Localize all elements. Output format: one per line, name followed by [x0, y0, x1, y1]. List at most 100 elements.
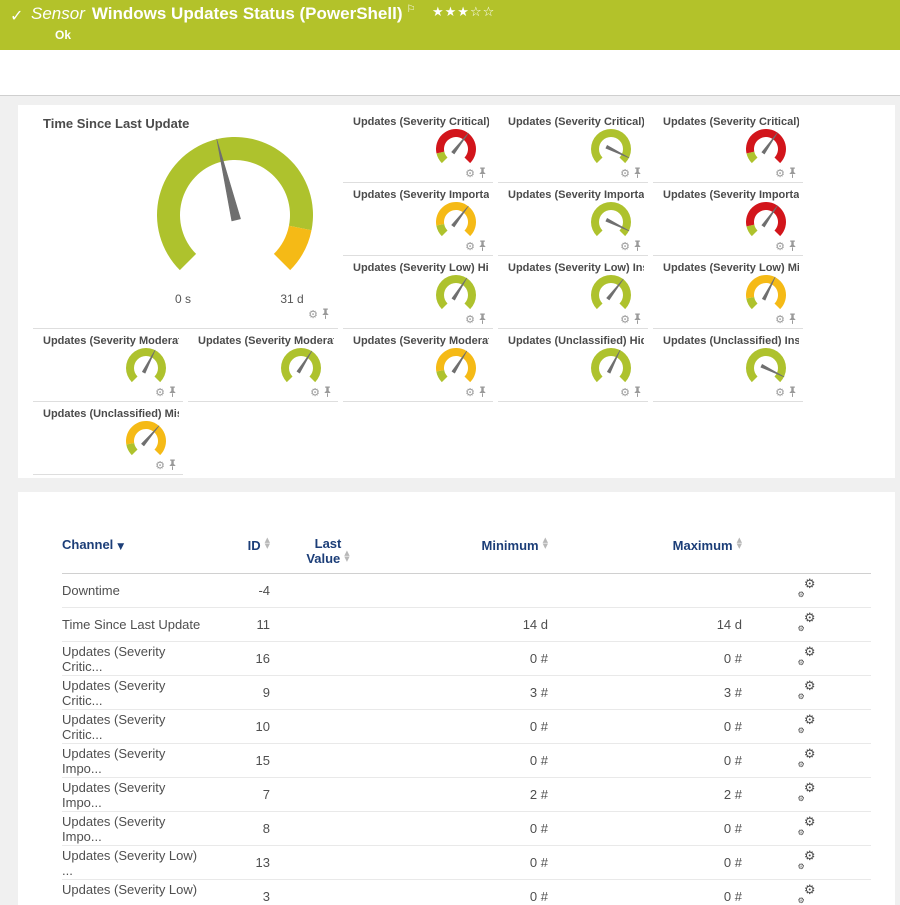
cell-channel[interactable]: Updates (Severity Low) ... — [62, 848, 208, 878]
table-row[interactable]: Updates (Severity Impo...80 #0 #⚙⚙ — [62, 812, 871, 846]
cell-channel[interactable]: Updates (Severity Impo... — [62, 746, 208, 776]
tile-actions[interactable]: ⚙ — [620, 386, 642, 398]
gauge-chart — [582, 125, 640, 173]
pin-icon[interactable] — [478, 386, 487, 398]
table-row[interactable]: Updates (Severity Critic...160 #0 #⚙⚙ — [62, 642, 871, 676]
gear-icon[interactable]: ⚙ — [620, 387, 630, 398]
pin-icon[interactable] — [478, 240, 487, 252]
table-row[interactable]: Updates (Severity Impo...72 #2 #⚙⚙ — [62, 778, 871, 812]
tile-actions[interactable]: ⚙ — [465, 167, 487, 179]
table-row[interactable]: Updates (Severity Critic...93 #3 #⚙⚙ — [62, 676, 871, 710]
gear-icon[interactable]: ⚙ — [155, 387, 165, 398]
channel-settings-gears-icon[interactable]: ⚙⚙ — [797, 750, 817, 768]
cell-id: 15 — [208, 753, 270, 768]
pin-icon[interactable] — [478, 313, 487, 325]
tile-actions[interactable]: ⚙ — [620, 240, 642, 252]
gauge-chart — [427, 271, 485, 319]
tile-actions[interactable]: ⚙ — [465, 313, 487, 325]
column-header-maximum[interactable]: Maximum▲▼ — [548, 537, 742, 553]
cell-maximum: 3 # — [548, 685, 742, 700]
gauge-title: Time Since Last Update — [43, 116, 334, 131]
cell-channel[interactable]: Updates (Severity Low) ... — [62, 882, 208, 905]
gear-icon[interactable]: ⚙ — [465, 387, 475, 398]
pin-icon[interactable] — [168, 386, 177, 398]
pin-icon[interactable] — [788, 386, 797, 398]
pin-icon[interactable] — [633, 386, 642, 398]
pin-icon[interactable] — [788, 240, 797, 252]
gear-icon[interactable]: ⚙ — [465, 314, 475, 325]
channel-settings-gears-icon[interactable]: ⚙⚙ — [797, 818, 817, 836]
cell-channel[interactable]: Downtime — [62, 583, 208, 598]
tile-actions[interactable]: ⚙ — [620, 167, 642, 179]
sort-icon: ▲▼ — [737, 537, 742, 549]
cell-channel[interactable]: Updates (Severity Critic... — [62, 712, 208, 742]
gauge-chart — [427, 125, 485, 173]
gear-icon[interactable]: ⚙ — [620, 168, 630, 179]
tile-actions[interactable]: ⚙ — [775, 313, 797, 325]
pin-icon[interactable] — [788, 313, 797, 325]
gear-icon[interactable]: ⚙ — [775, 387, 785, 398]
pin-icon[interactable] — [321, 308, 330, 320]
channel-settings-gears-icon[interactable]: ⚙⚙ — [797, 852, 817, 870]
tile-actions[interactable]: ⚙ — [775, 167, 797, 179]
gear-icon[interactable]: ⚙ — [465, 241, 475, 252]
tile-actions[interactable]: ⚙ — [775, 386, 797, 398]
channel-settings-gears-icon[interactable]: ⚙⚙ — [797, 614, 817, 632]
channel-settings-gears-icon[interactable]: ⚙⚙ — [797, 716, 817, 734]
flag-icon[interactable]: ⚐ — [406, 4, 415, 15]
tile-actions[interactable]: ⚙ — [155, 386, 177, 398]
table-row[interactable]: Updates (Severity Low) ...130 #0 #⚙⚙ — [62, 846, 871, 880]
table-row[interactable]: Downtime-4⚙⚙ — [62, 574, 871, 608]
gear-icon[interactable]: ⚙ — [620, 241, 630, 252]
cell-channel[interactable]: Updates (Severity Critic... — [62, 678, 208, 708]
gauge-chart — [117, 417, 175, 465]
pin-icon[interactable] — [633, 240, 642, 252]
channel-settings-gears-icon[interactable]: ⚙⚙ — [797, 886, 817, 904]
table-row[interactable]: Updates (Severity Impo...150 #0 #⚙⚙ — [62, 744, 871, 778]
cell-channel[interactable]: Updates (Severity Critic... — [62, 644, 208, 674]
column-header-minimum[interactable]: Minimum▲▼ — [386, 537, 548, 553]
tile-actions[interactable]: ⚙ — [308, 308, 330, 320]
column-header-last-value[interactable]: LastValue▲▼ — [270, 537, 386, 565]
pin-icon[interactable] — [788, 167, 797, 179]
gear-icon[interactable]: ⚙ — [465, 168, 475, 179]
gear-icon[interactable]: ⚙ — [775, 241, 785, 252]
table-row[interactable]: Updates (Severity Low) ...30 #0 #⚙⚙ — [62, 880, 871, 905]
column-header-id[interactable]: ID▲▼ — [208, 537, 270, 553]
gear-icon[interactable]: ⚙ — [775, 168, 785, 179]
gear-icon[interactable]: ⚙ — [310, 387, 320, 398]
tile-actions[interactable]: ⚙ — [775, 240, 797, 252]
channel-settings-gears-icon[interactable]: ⚙⚙ — [797, 648, 817, 666]
cell-channel[interactable]: Updates (Severity Impo... — [62, 780, 208, 810]
pin-icon[interactable] — [323, 386, 332, 398]
column-header-channel[interactable]: Channel▼ — [62, 537, 208, 552]
cell-channel[interactable]: Time Since Last Update — [62, 617, 208, 632]
tile-actions[interactable]: ⚙ — [155, 459, 177, 471]
tile-actions[interactable]: ⚙ — [310, 386, 332, 398]
cell-id: 16 — [208, 651, 270, 666]
table-row[interactable]: Updates (Severity Critic...100 #0 #⚙⚙ — [62, 710, 871, 744]
gear-icon[interactable]: ⚙ — [155, 460, 165, 471]
pin-icon[interactable] — [478, 167, 487, 179]
cell-minimum: 2 # — [386, 787, 548, 802]
gauge-tile: Updates (Unclassified) Hidden⚙ — [498, 329, 648, 402]
priority-stars[interactable]: ★★★☆☆ — [432, 5, 495, 20]
channel-settings-gears-icon[interactable]: ⚙⚙ — [797, 580, 817, 598]
pin-icon[interactable] — [168, 459, 177, 471]
gauge-chart — [582, 198, 640, 246]
tile-actions[interactable]: ⚙ — [465, 386, 487, 398]
big-gauge — [135, 131, 335, 306]
pin-icon[interactable] — [633, 313, 642, 325]
table-row[interactable]: Time Since Last Update1114 d14 d⚙⚙ — [62, 608, 871, 642]
gear-icon[interactable]: ⚙ — [620, 314, 630, 325]
tile-actions[interactable]: ⚙ — [620, 313, 642, 325]
gear-icon[interactable]: ⚙ — [775, 314, 785, 325]
tile-actions[interactable]: ⚙ — [465, 240, 487, 252]
gear-icon[interactable]: ⚙ — [308, 309, 318, 320]
sensor-type-label: Sensor — [31, 4, 85, 23]
pin-icon[interactable] — [633, 167, 642, 179]
cell-channel[interactable]: Updates (Severity Impo... — [62, 814, 208, 844]
gauge-tile: Updates (Severity Moderate) ...⚙ — [343, 329, 493, 402]
channel-settings-gears-icon[interactable]: ⚙⚙ — [797, 682, 817, 700]
channel-settings-gears-icon[interactable]: ⚙⚙ — [797, 784, 817, 802]
